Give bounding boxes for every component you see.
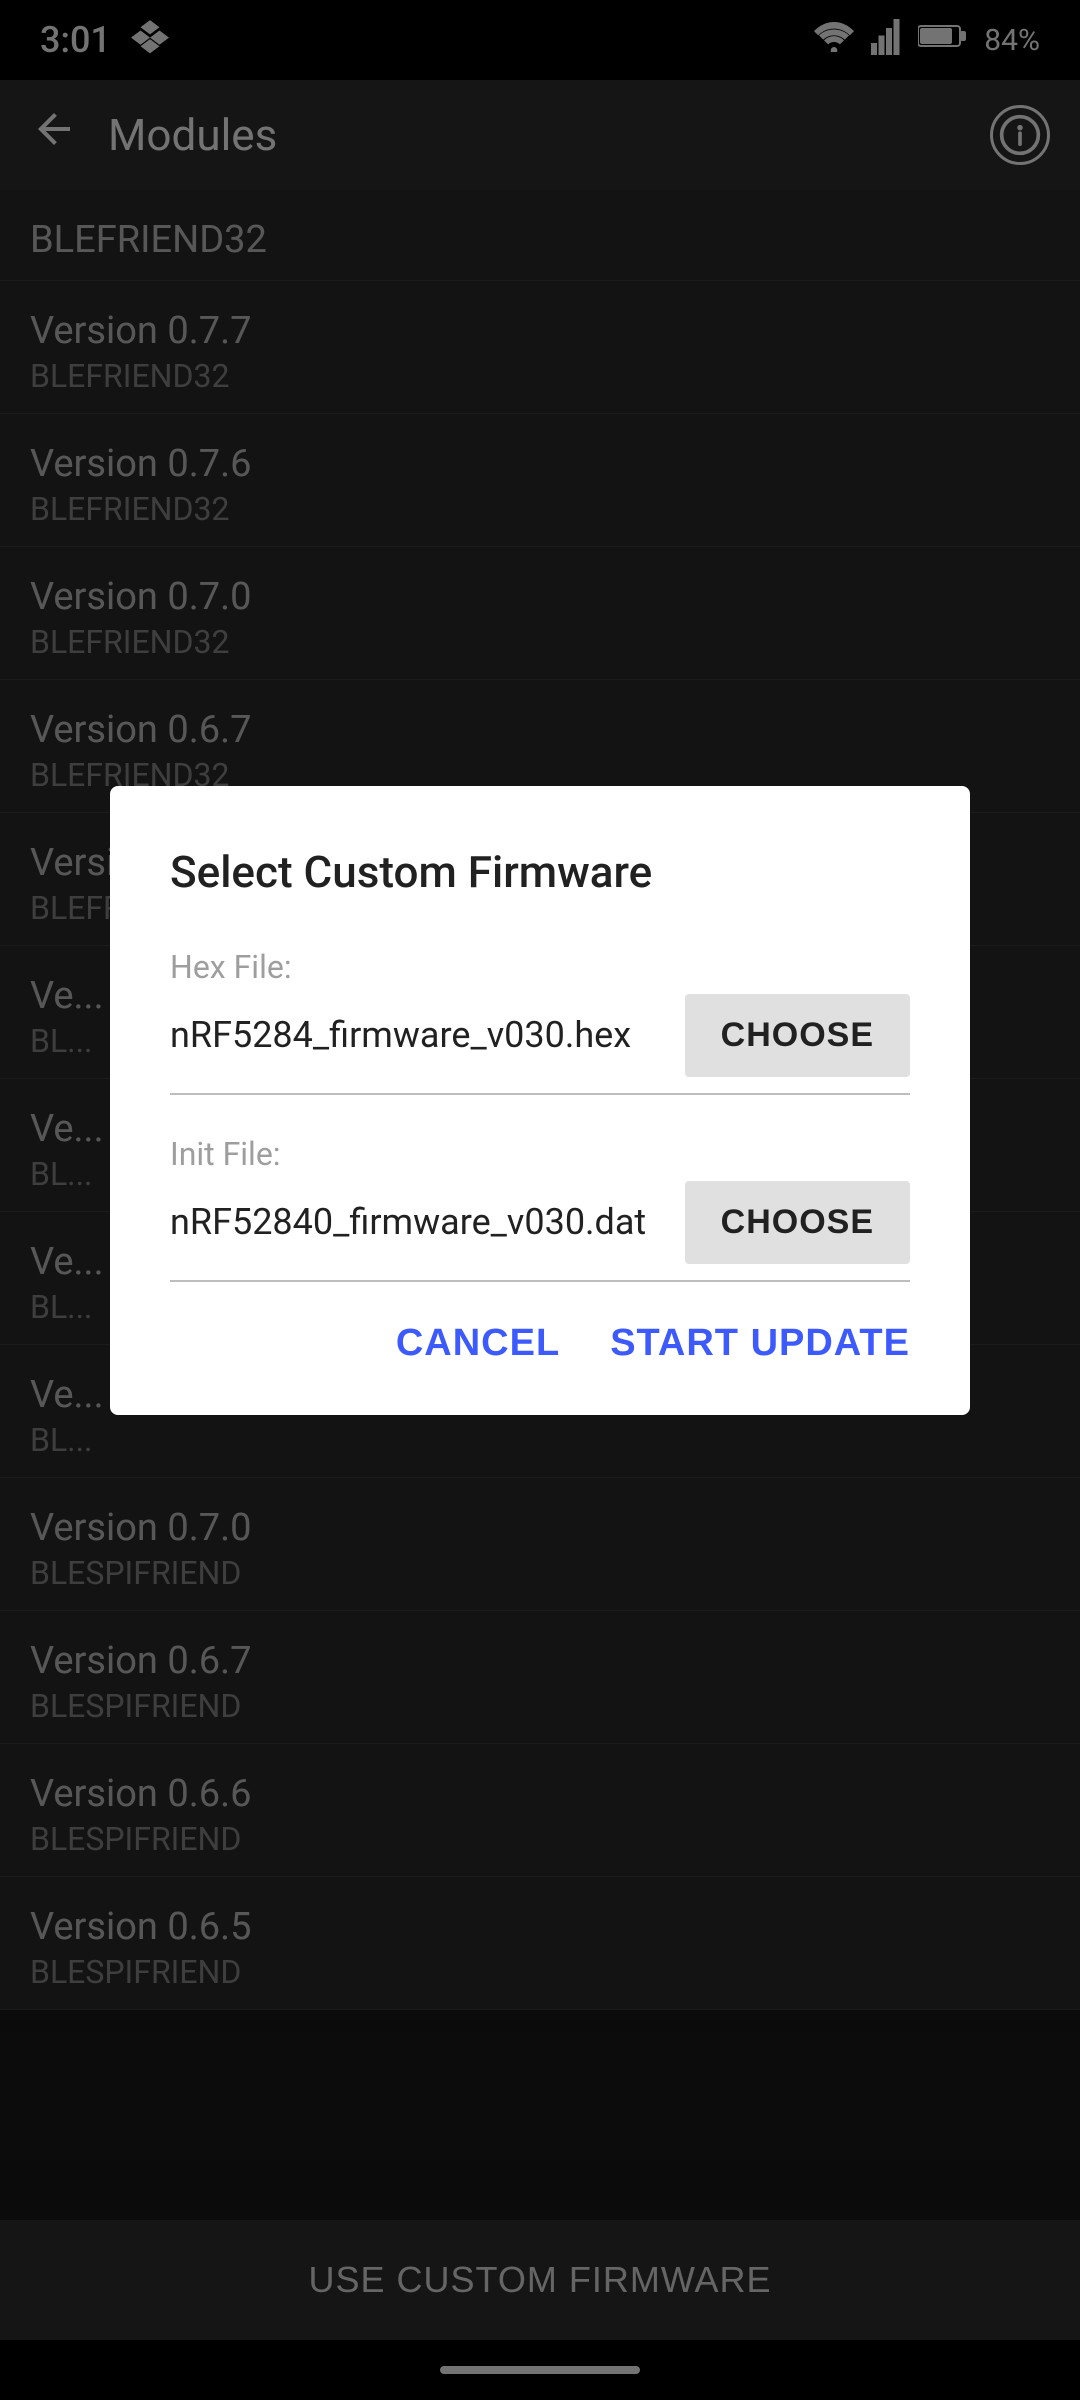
start-update-button[interactable]: START UPDATE	[610, 1322, 910, 1365]
init-file-label: Init File:	[170, 1135, 910, 1173]
dialog-title: Select Custom Firmware	[170, 846, 910, 898]
hex-file-label: Hex File:	[170, 948, 910, 986]
hex-file-row: nRF5284_firmware_v030.hex CHOOSE	[170, 994, 910, 1095]
cancel-button[interactable]: CANCEL	[396, 1322, 560, 1365]
init-file-name: nRF52840_firmware_v030.dat	[170, 1201, 685, 1243]
dialog-actions: CANCEL START UPDATE	[170, 1322, 910, 1365]
init-file-row: nRF52840_firmware_v030.dat CHOOSE	[170, 1181, 910, 1282]
hex-file-name: nRF5284_firmware_v030.hex	[170, 1014, 685, 1056]
choose-hex-button[interactable]: CHOOSE	[685, 994, 910, 1077]
hex-file-section: Hex File: nRF5284_firmware_v030.hex CHOO…	[170, 948, 910, 1095]
dialog-overlay: Select Custom Firmware Hex File: nRF5284…	[0, 0, 1080, 2400]
select-firmware-dialog: Select Custom Firmware Hex File: nRF5284…	[110, 786, 970, 1415]
init-file-section: Init File: nRF52840_firmware_v030.dat CH…	[170, 1135, 910, 1282]
choose-init-button[interactable]: CHOOSE	[685, 1181, 910, 1264]
